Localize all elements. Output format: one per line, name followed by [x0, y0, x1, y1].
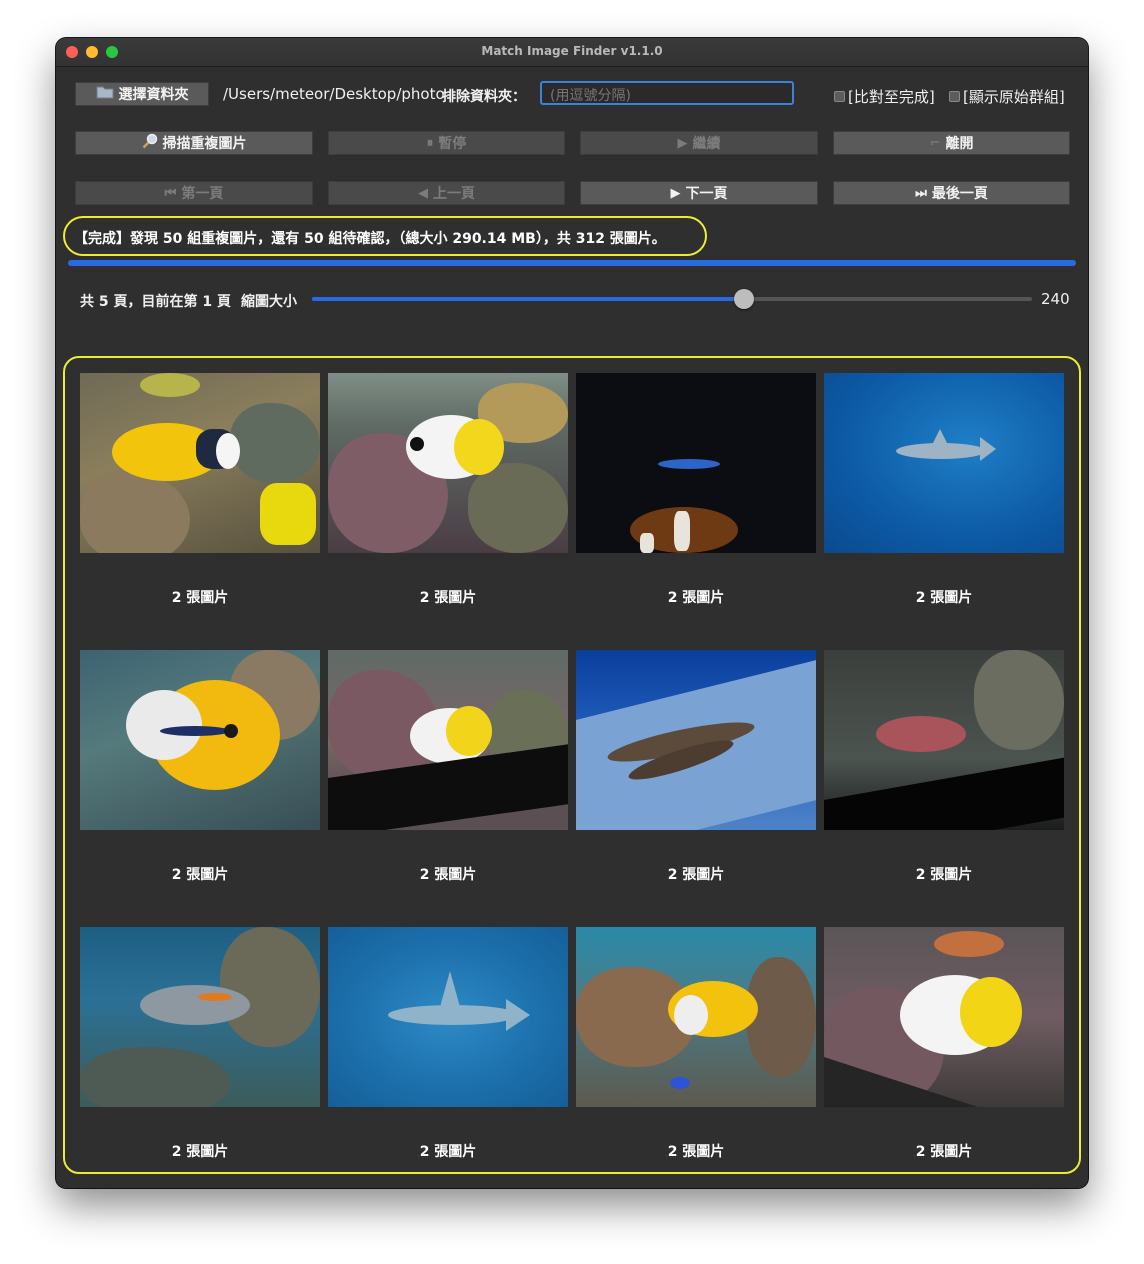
progress-bar	[68, 260, 1076, 266]
group-caption: 2 張圖片	[419, 867, 477, 883]
group-caption: 2 張圖片	[915, 1144, 973, 1160]
select-folder-label: 選擇資料夾	[118, 87, 189, 103]
group-caption: 2 張圖片	[915, 590, 973, 606]
thumbnail-image[interactable]	[80, 927, 320, 1107]
shark-tail	[506, 999, 530, 1031]
exclude-folder-input[interactable]: (用逗號分隔)	[540, 81, 794, 105]
group-caption: 2 張圖片	[419, 1144, 477, 1160]
scan-label: 掃描重複圖片	[162, 136, 247, 152]
group-caption: 2 張圖片	[667, 1144, 725, 1160]
exclude-folder-label: 排除資料夾：	[442, 89, 526, 105]
group-caption: 2 張圖片	[667, 867, 725, 883]
status-message: 【完成】發現 50 組重複圖片，還有 50 組待確認，（總大小 290.14 M…	[74, 231, 666, 247]
result-group-4[interactable]: 2 張圖片	[824, 373, 1064, 606]
thumbnail-image[interactable]	[80, 373, 320, 553]
group-caption: 2 張圖片	[171, 1144, 229, 1160]
thumb-size-slider[interactable]	[312, 289, 1032, 309]
show-original-groups-label: [顯示原始群組]	[963, 88, 1065, 106]
next-page-button[interactable]: ▶ 下一頁	[580, 181, 818, 205]
exit-button[interactable]: ⌐ 離開	[833, 131, 1070, 155]
result-group-10[interactable]: 2 張圖片	[328, 927, 568, 1160]
group-caption: 2 張圖片	[667, 590, 725, 606]
folder-icon	[96, 85, 114, 103]
title-bar: Match Image Finder v1.1.0	[56, 38, 1088, 67]
first-page-label: 第一頁	[181, 186, 224, 202]
shark-fin	[932, 429, 948, 445]
exit-icon: ⌐	[929, 135, 941, 151]
next-page-label: 下一頁	[685, 186, 728, 202]
result-group-5[interactable]: 2 張圖片	[80, 650, 320, 883]
thumbnail-image[interactable]	[576, 373, 816, 553]
resume-label: 繼續	[692, 136, 721, 152]
magnifier-icon	[142, 133, 158, 153]
compare-until-done-checkbox[interactable]: [比對至完成]	[834, 86, 935, 107]
slider-fill	[312, 297, 744, 301]
group-caption: 2 張圖片	[171, 867, 229, 883]
result-group-6[interactable]: 2 張圖片	[328, 650, 568, 883]
last-page-button[interactable]: ⏭ 最後一頁	[833, 181, 1070, 205]
resume-button[interactable]: ▶ 繼續	[580, 131, 818, 155]
play-icon: ▶	[677, 135, 688, 151]
result-group-2[interactable]: 2 張圖片	[328, 373, 568, 606]
progress-fill	[68, 260, 1076, 266]
shark-tail	[980, 437, 996, 461]
result-group-7[interactable]: 2 張圖片	[576, 650, 816, 883]
thumbnail-image[interactable]	[576, 650, 816, 830]
result-group-11[interactable]: 2 張圖片	[576, 927, 816, 1160]
slider-handle[interactable]	[734, 289, 754, 309]
group-caption: 2 張圖片	[419, 590, 477, 606]
exclude-folder-placeholder: (用逗號分隔)	[550, 88, 631, 104]
pause-button[interactable]: ⏸ 暫停	[328, 131, 565, 155]
dark-edge	[824, 754, 1064, 830]
show-original-groups-checkbox[interactable]: [顯示原始群組]	[949, 86, 1065, 107]
thumbnail-image[interactable]	[328, 927, 568, 1107]
thumbnail-image[interactable]	[328, 650, 568, 830]
checkbox-box[interactable]	[949, 91, 960, 102]
window-title: Match Image Finder v1.1.0	[481, 44, 663, 58]
group-caption: 2 張圖片	[915, 867, 973, 883]
last-page-label: 最後一頁	[931, 186, 988, 202]
thumbnail-image[interactable]	[824, 927, 1064, 1107]
pause-label: 暫停	[438, 136, 467, 152]
app-window: Match Image Finder v1.1.0 選擇資料夾 /Users/m…	[56, 38, 1088, 1188]
shark-fin	[440, 971, 460, 1007]
folder-path: /Users/meteor/Desktop/photo	[223, 85, 445, 103]
result-group-3[interactable]: 2 張圖片	[576, 373, 816, 606]
skip-first-icon: ⏮	[164, 185, 177, 201]
result-group-8[interactable]: 2 張圖片	[824, 650, 1064, 883]
thumbnail-image[interactable]	[328, 373, 568, 553]
thumbnail-image[interactable]	[824, 373, 1064, 553]
exit-label: 離開	[945, 136, 974, 152]
thumb-size-label: 縮圖大小	[241, 294, 297, 310]
thumbnail-image[interactable]	[824, 650, 1064, 830]
compare-until-done-label: [比對至完成]	[848, 88, 935, 106]
previous-page-button[interactable]: ◀ 上一頁	[328, 181, 565, 205]
scan-duplicates-button[interactable]: 掃描重複圖片	[75, 131, 313, 155]
pause-icon: ⏸	[426, 135, 434, 151]
thumbnail-image[interactable]	[80, 650, 320, 830]
result-group-12[interactable]: 2 張圖片	[824, 927, 1064, 1160]
triangle-left-icon: ◀	[418, 185, 428, 201]
first-page-button[interactable]: ⏮ 第一頁	[75, 181, 313, 205]
triangle-right-icon: ▶	[670, 185, 681, 201]
checkbox-box[interactable]	[834, 91, 845, 102]
select-folder-button[interactable]: 選擇資料夾	[75, 82, 209, 106]
previous-page-label: 上一頁	[433, 186, 475, 202]
thumb-size-value: 240	[1041, 290, 1070, 308]
page-info: 共 5 頁，目前在第 1 頁	[80, 294, 231, 310]
thumbnail-image[interactable]	[576, 927, 816, 1107]
group-caption: 2 張圖片	[171, 590, 229, 606]
result-group-9[interactable]: 2 張圖片	[80, 927, 320, 1160]
result-group-1[interactable]: 2 張圖片	[80, 373, 320, 606]
skip-last-icon: ⏭	[915, 185, 927, 201]
